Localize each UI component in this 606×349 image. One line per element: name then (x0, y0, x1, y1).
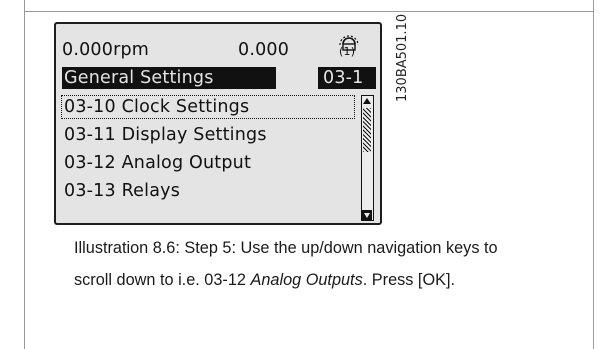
menu-item-analog-output[interactable]: 03-12 Analog Output (64, 152, 251, 174)
value-readout: 0.000 (238, 40, 290, 60)
scrollbar[interactable] (361, 95, 374, 221)
menu-item-display-settings[interactable]: 03-11 Display Settings (64, 124, 267, 146)
menu-item-clock-settings[interactable]: 03-10 Clock Settings (64, 96, 249, 118)
caption-line-2-suffix: . Press [OK]. (362, 271, 456, 289)
caption-line-2-prefix: scroll down to i.e. 03-12 (74, 271, 251, 289)
speed-readout: 0.000rpm (62, 40, 150, 60)
menu-item-relays[interactable]: 03-13 Relays (64, 180, 180, 202)
figure-caption: Illustration 8.6: Step 5: Use the up/dow… (74, 232, 574, 296)
header-code: 03-1 (323, 68, 364, 88)
caption-line-1: Illustration 8.6: Step 5: Use the up/dow… (74, 239, 498, 257)
scroll-thumb[interactable] (363, 108, 371, 152)
figure-code: 130BA501.10 (395, 13, 410, 102)
frame-top-rule (24, 11, 594, 12)
scroll-up-icon[interactable] (362, 96, 372, 106)
scroll-down-icon[interactable] (362, 210, 372, 220)
caption-line-2: scroll down to i.e. 03-12 Analog Outputs… (74, 264, 574, 296)
menu-indicator: (1) (339, 45, 356, 58)
lcp-display: 0.000rpm 0.000 (1) General Settings 03-1… (54, 22, 382, 225)
caption-emphasis: Analog Outputs (250, 271, 363, 289)
header-title: General Settings (64, 68, 214, 88)
